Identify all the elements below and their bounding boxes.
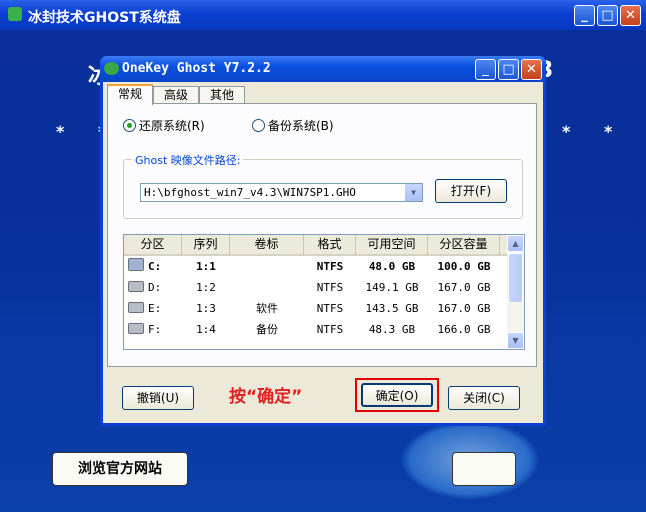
format-cell: NTFS [316,302,344,315]
chevron-down-icon[interactable]: ▼ [405,184,422,201]
format-cell: NTFS [316,323,344,336]
label-cell: 备份 [256,323,278,336]
capacity-cell: 166.0 GB [437,323,491,336]
table-row[interactable]: D: 1:2 NTFS 149.1 GB 167.0 GB [124,277,507,298]
dialog-close-button[interactable]: ✕ [521,59,542,80]
dialog-body: 常规 高级 其他 还原系统(R) 备份系统(B) Ghost 映像文件路径: H… [103,82,543,423]
free-space-cell: 143.5 GB [365,302,419,315]
table-row[interactable]: C: 1:1 NTFS 48.0 GB 100.0 GB [124,256,507,277]
tab-other[interactable]: 其他 [199,86,245,104]
background-title-bar: 冰封技术GHOST系统盘 _ □ ✕ [0,0,646,30]
image-path-combo[interactable]: H:\bfghost_win7_v4.3\WIN7SP1.GHO ▼ [140,183,423,202]
radio-selected-icon [123,119,136,132]
minimize-button[interactable]: _ [574,5,595,26]
cancel-button[interactable]: 撤销(U) [122,386,194,410]
app-icon [8,7,22,21]
scroll-thumb[interactable] [508,253,523,303]
format-cell: NTFS [316,281,344,294]
onekey-ghost-dialog: OneKey Ghost Y7.2.2 _ □ ✕ 常规 高级 其他 还原系统(… [100,56,546,426]
table-row[interactable]: F: 1:4 备份 NTFS 48.3 GB 166.0 GB [124,319,507,340]
free-space-cell: 48.0 GB [368,260,416,273]
radio-unselected-icon [252,119,265,132]
tab-advanced[interactable]: 高级 [153,86,199,104]
tab-general[interactable]: 常规 [107,84,153,105]
capacity-cell: 167.0 GB [437,302,491,315]
restore-radio[interactable]: 还原系统(R) [123,117,205,134]
sequence-cell: 1:4 [196,323,216,336]
label-cell: 软件 [256,302,278,315]
partition-list-header: 分区 序列 卷标 格式 可用空间 分区容量 [124,235,507,256]
free-space-cell: 149.1 GB [365,281,419,294]
sequence-cell: 1:1 [196,260,216,273]
label-cell [230,256,304,277]
browse-website-button[interactable]: 浏览官方网站 [52,452,188,486]
sequence-cell: 1:3 [196,302,216,315]
close-button[interactable]: ✕ [620,5,641,26]
capacity-cell: 167.0 GB [437,281,491,294]
partition-cell: C: [148,260,162,273]
backup-radio[interactable]: 备份系统(B) [252,117,334,134]
sequence-cell: 1:2 [196,281,216,294]
vertical-scrollbar[interactable]: ▲ ▼ [507,235,524,349]
drive-icon [128,281,144,292]
image-path-group: Ghost 映像文件路径: H:\bfghost_win7_v4.3\WIN7S… [123,152,523,219]
backup-radio-label: 备份系统(B) [268,119,334,133]
partition-cell: F: [148,323,162,336]
drive-icon [128,323,144,334]
decorative-stars-right: * * [562,122,627,141]
system-drive-icon [128,258,144,271]
tab-panel-general: 还原系统(R) 备份系统(B) Ghost 映像文件路径: H:\bfghost… [107,103,537,367]
ghost-icon [104,62,119,75]
background-title: 冰封技术GHOST系统盘 [28,10,181,26]
dialog-minimize-button[interactable]: _ [475,59,496,80]
table-row[interactable]: E: 1:3 软件 NTFS 143.5 GB 167.0 GB [124,298,507,319]
ok-button[interactable]: 确定(O) [361,383,433,407]
partition-list[interactable]: 分区 序列 卷标 格式 可用空间 分区容量 C: 1:1 NTFS 48.0 G… [123,234,525,350]
dialog-title: OneKey Ghost Y7.2.2 [122,61,271,76]
dialog-title-bar: OneKey Ghost Y7.2.2 _ □ ✕ [100,56,546,82]
partition-cell: E: [148,302,162,315]
column-header-free-space[interactable]: 可用空间 [356,235,428,254]
image-path-value: H:\bfghost_win7_v4.3\WIN7SP1.GHO [144,186,356,199]
format-cell: NTFS [316,260,344,273]
scroll-down-icon[interactable]: ▼ [507,332,524,349]
column-header-partition[interactable]: 分区 [124,235,182,254]
column-header-sequence[interactable]: 序列 [182,235,230,254]
maximize-button[interactable]: □ [597,5,618,26]
background-button[interactable] [452,452,516,486]
image-path-label: Ghost 映像文件路径: [132,152,244,168]
column-header-label[interactable]: 卷标 [230,235,304,254]
open-button[interactable]: 打开(F) [435,179,507,203]
instruction-hint: 按“确定” [229,387,303,407]
restore-radio-label: 还原系统(R) [139,119,205,133]
label-cell [230,277,304,298]
drive-icon [128,302,144,313]
scroll-up-icon[interactable]: ▲ [507,235,524,252]
dialog-maximize-button[interactable]: □ [498,59,519,80]
column-header-format[interactable]: 格式 [304,235,356,254]
close-dialog-button[interactable]: 关闭(C) [448,386,520,410]
column-header-capacity[interactable]: 分区容量 [428,235,500,254]
capacity-cell: 100.0 GB [437,260,491,273]
free-space-cell: 48.3 GB [368,323,416,336]
partition-cell: D: [148,281,162,294]
